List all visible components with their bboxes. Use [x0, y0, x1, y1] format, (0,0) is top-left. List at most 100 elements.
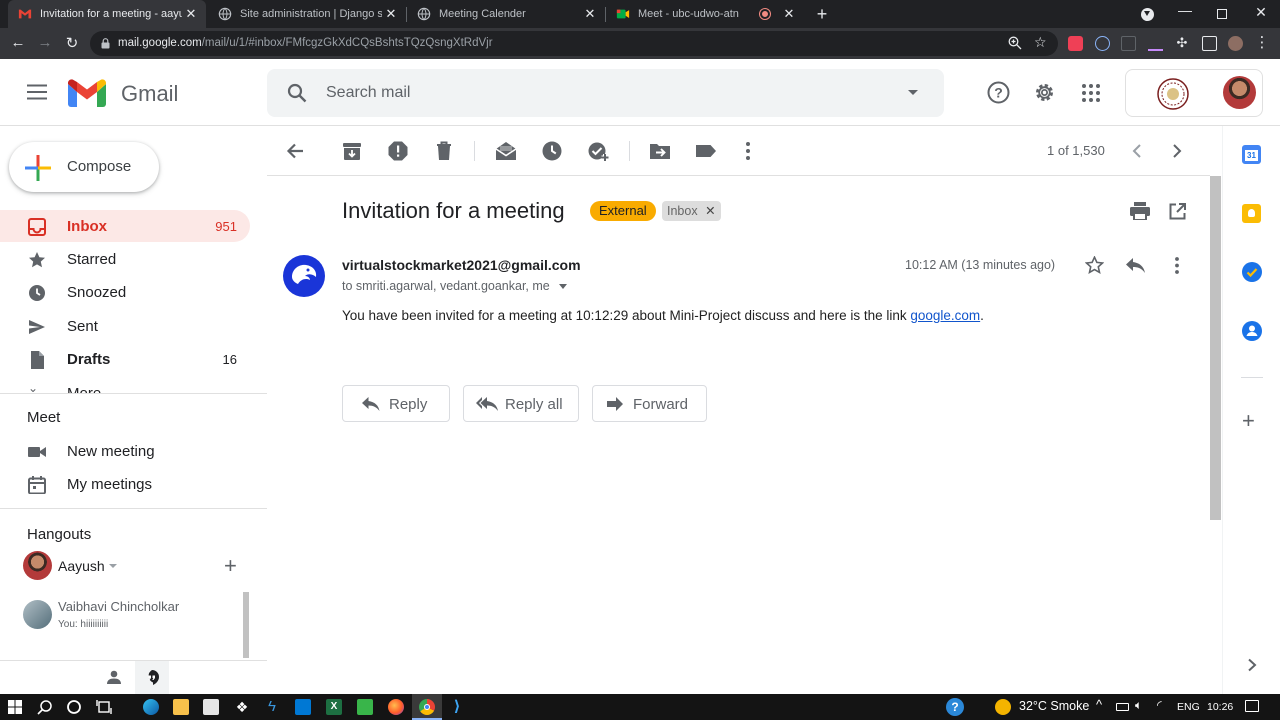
flash-app-icon[interactable]: ϟ [264, 699, 280, 715]
windows-start-icon[interactable] [7, 699, 23, 715]
cortana-icon[interactable] [66, 699, 82, 715]
gmail-logo-icon[interactable] [68, 79, 106, 107]
hangouts-user-name[interactable]: Aayush [58, 558, 105, 574]
wifi-icon[interactable]: ◜ [1157, 698, 1162, 712]
body-link[interactable]: google.com [910, 308, 980, 323]
tab-gmail[interactable]: Invitation for a meeting - aayush ✕ [8, 0, 206, 28]
tray-overflow-icon[interactable]: ^ [1096, 697, 1102, 712]
cast-icon[interactable] [1202, 36, 1217, 51]
contacts-app-icon[interactable] [1242, 321, 1262, 341]
main-menu-icon[interactable] [27, 84, 47, 100]
maximize-window-icon[interactable] [1217, 9, 1227, 19]
browser-menu-icon[interactable]: ⋮ [1252, 33, 1272, 51]
close-window-icon[interactable]: ✕ [1251, 4, 1271, 21]
tab-meeting-calender[interactable]: Meeting Calender ✕ [407, 0, 605, 28]
zoom-icon[interactable] [1008, 36, 1022, 50]
dropbox-icon[interactable]: ❖ [234, 699, 250, 715]
search-options-dropdown-icon[interactable] [908, 90, 918, 95]
reload-icon[interactable]: ↻ [62, 34, 82, 52]
wave-extension-icon[interactable] [1148, 36, 1163, 51]
older-chevron-right-icon[interactable] [1166, 140, 1188, 162]
archive-icon[interactable] [341, 140, 363, 162]
bookmark-star-icon[interactable]: ☆ [1034, 34, 1047, 51]
sidebar-item-more[interactable]: ⌄ More [0, 377, 250, 393]
sender-email[interactable]: virtualstockmarket2021@gmail.com [342, 257, 581, 273]
search-bar[interactable]: Search mail [267, 69, 944, 117]
forward-button[interactable]: Forward [592, 385, 707, 422]
show-side-panel-chevron-icon[interactable] [1246, 658, 1258, 672]
mark-unread-icon[interactable] [495, 140, 517, 162]
get-addons-plus-icon[interactable]: + [1242, 410, 1255, 432]
new-tab-icon[interactable]: + [812, 4, 832, 25]
minimize-window-icon[interactable]: — [1175, 2, 1195, 18]
pocket-extension-icon[interactable] [1068, 36, 1083, 51]
tab-search-icon[interactable] [1141, 8, 1154, 21]
open-new-window-icon[interactable] [1169, 203, 1186, 220]
newer-chevron-left-icon[interactable] [1126, 140, 1148, 162]
meet-new-meeting[interactable]: New meeting [0, 435, 250, 467]
search-icon[interactable] [287, 83, 307, 103]
chrome-icon[interactable] [419, 699, 435, 715]
contact-row[interactable]: Vaibhavi Chincholkar You: hiiiiiiiiii [0, 594, 250, 634]
forward-icon[interactable]: → [35, 34, 55, 51]
message-scrollbar[interactable] [1210, 176, 1221, 520]
help-icon[interactable]: ? [987, 81, 1010, 104]
star-message-icon[interactable] [1085, 256, 1104, 275]
input-language[interactable]: ENG [1177, 701, 1200, 713]
account-avatar[interactable] [1223, 76, 1256, 109]
file-explorer-icon[interactable] [173, 699, 189, 715]
notifications-icon[interactable] [1245, 700, 1259, 712]
tab-meet[interactable]: Meet - ubc-udwo-atn ✕ [606, 0, 804, 28]
hangouts-scrollbar[interactable] [243, 592, 249, 658]
contacts-person-icon[interactable] [107, 670, 121, 684]
remove-label-icon[interactable]: ✕ [705, 204, 715, 218]
sidebar-item-starred[interactable]: Starred [0, 243, 250, 275]
sidebar-item-sent[interactable]: Sent [0, 310, 250, 342]
task-view-icon[interactable] [96, 699, 112, 715]
system-clock[interactable]: 10:26 [1207, 701, 1233, 713]
back-icon[interactable]: ← [8, 34, 28, 51]
more-options-icon[interactable] [737, 140, 759, 162]
hangouts-user-avatar[interactable] [23, 551, 52, 580]
report-spam-icon[interactable] [387, 140, 409, 162]
label-tag-icon[interactable] [695, 140, 717, 162]
close-tab-icon[interactable]: ✕ [382, 6, 400, 22]
reply-all-button[interactable]: Reply all [463, 385, 579, 422]
react-devtools-icon[interactable] [1095, 36, 1110, 51]
address-bar[interactable]: mail.google.com/mail/u/1/#inbox/FMfcgzGk… [90, 31, 1058, 56]
mail-app-icon[interactable] [295, 699, 311, 715]
sidebar-item-inbox[interactable]: Inbox 951 [0, 210, 250, 242]
sidebar-item-snoozed[interactable]: Snoozed [0, 276, 250, 308]
store-icon[interactable] [203, 699, 219, 715]
tasks-app-icon[interactable] [1242, 262, 1262, 282]
settings-gear-icon[interactable] [1033, 81, 1056, 104]
extensions-puzzle-icon[interactable]: ✣ [1172, 35, 1192, 51]
move-to-icon[interactable] [649, 140, 671, 162]
edge-browser-icon[interactable] [143, 699, 159, 715]
compose-button[interactable]: Compose [9, 142, 159, 192]
tab-django-admin[interactable]: Site administration | Django site ✕ [208, 0, 406, 28]
google-apps-icon[interactable] [1082, 84, 1100, 102]
reply-icon[interactable] [1126, 258, 1146, 273]
taskbar-search-icon[interactable] [37, 699, 53, 715]
sender-avatar[interactable] [283, 255, 325, 297]
battery-icon[interactable] [1116, 703, 1129, 711]
help-tips-icon[interactable]: ? [946, 698, 964, 716]
add-to-tasks-icon[interactable] [587, 140, 609, 162]
close-tab-icon[interactable]: ✕ [182, 6, 200, 22]
excel-icon[interactable]: X [326, 699, 342, 715]
hangouts-chat-tab[interactable] [135, 661, 169, 695]
reply-button[interactable]: Reply [342, 385, 450, 422]
firefox-icon[interactable] [388, 699, 404, 715]
weather-text[interactable]: 32°C Smoke [1019, 699, 1089, 713]
calendar-app-icon[interactable]: 31 [1242, 145, 1261, 164]
maps-app-icon[interactable] [357, 699, 373, 715]
hangouts-status-dropdown-icon[interactable] [109, 564, 117, 568]
back-to-inbox-icon[interactable] [284, 140, 306, 162]
add-contact-icon[interactable]: + [224, 555, 237, 577]
volume-icon[interactable]: 🔈︎ [1135, 698, 1142, 713]
account-switcher[interactable] [1125, 69, 1263, 117]
screen-extension-icon[interactable] [1121, 36, 1136, 51]
message-more-icon[interactable] [1168, 256, 1186, 275]
sidebar-item-drafts[interactable]: Drafts 16 [0, 343, 250, 375]
